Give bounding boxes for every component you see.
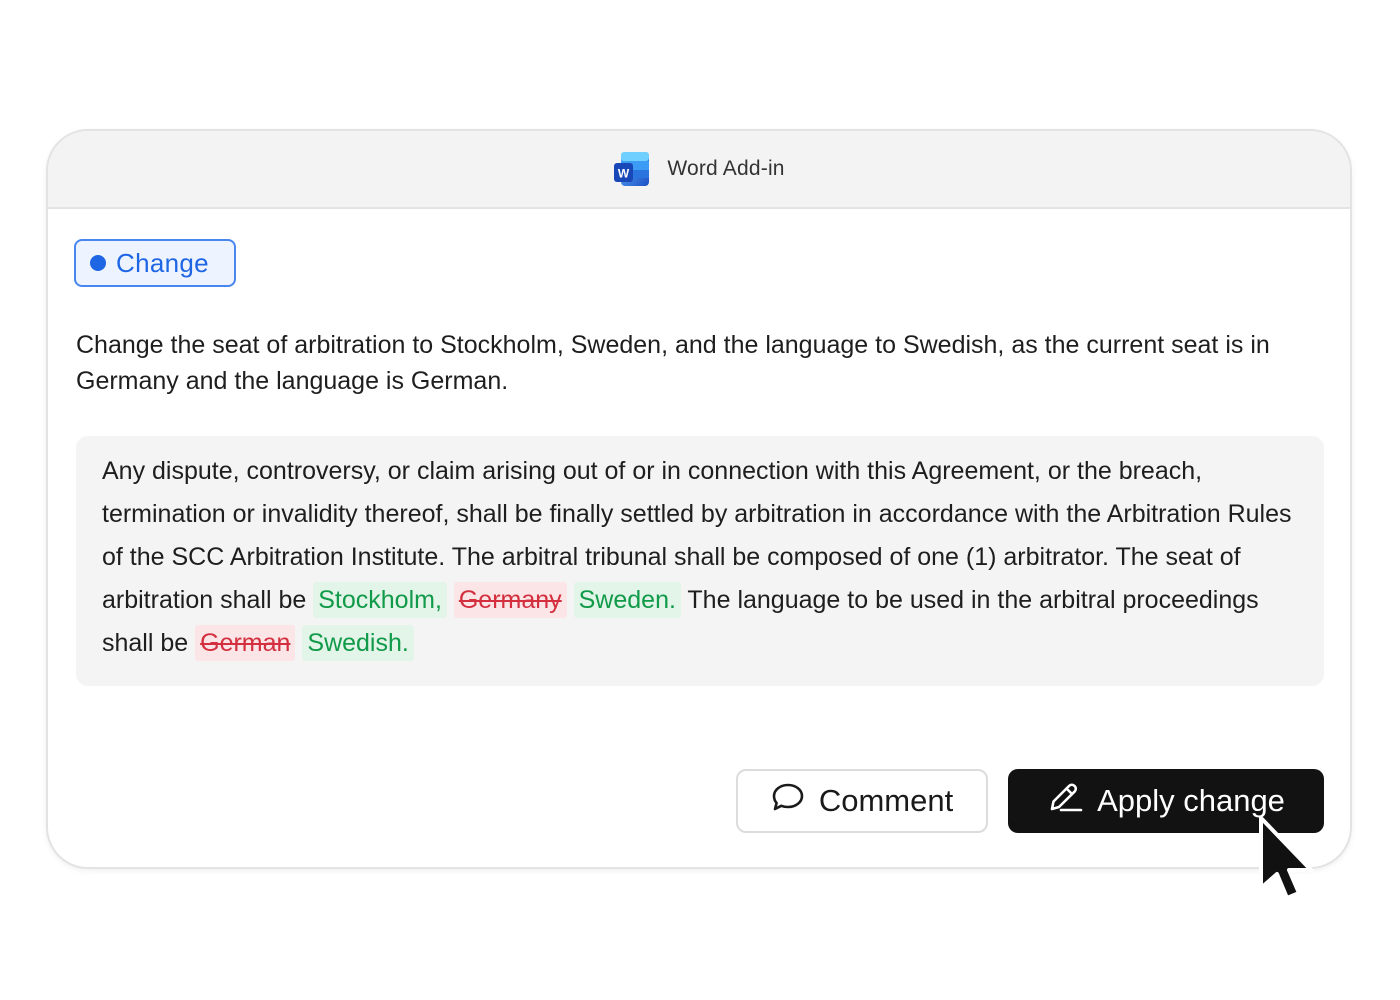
- change-instruction-text: Change the seat of arbitration to Stockh…: [76, 331, 1270, 395]
- clause-preview: Any dispute, controversy, or claim arisi…: [76, 436, 1324, 686]
- change-type-label: Change: [116, 247, 209, 278]
- pencil-icon: [1047, 780, 1083, 822]
- inserted-text-swedish: Swedish.: [302, 625, 414, 661]
- status-dot-icon: [90, 255, 106, 271]
- comment-button[interactable]: Comment: [736, 769, 988, 833]
- deleted-text-germany: Germany: [453, 582, 567, 618]
- svg-text:W: W: [618, 167, 630, 181]
- window-titlebar: W Word Add-in: [48, 131, 1350, 209]
- window-title: Word Add-in: [667, 157, 785, 180]
- word-icon: W: [613, 150, 651, 188]
- word-addin-window: W Word Add-in Change Change the seat of …: [46, 129, 1352, 869]
- inserted-text-stockholm: Stockholm,: [313, 582, 447, 618]
- deleted-text-german: German: [195, 625, 296, 661]
- comment-button-label: Comment: [818, 783, 954, 818]
- mouse-pointer-icon: [1255, 814, 1319, 904]
- change-type-chip: Change: [74, 239, 236, 287]
- speech-bubble-icon: [771, 782, 805, 820]
- inserted-text-sweden: Sweden.: [573, 582, 681, 618]
